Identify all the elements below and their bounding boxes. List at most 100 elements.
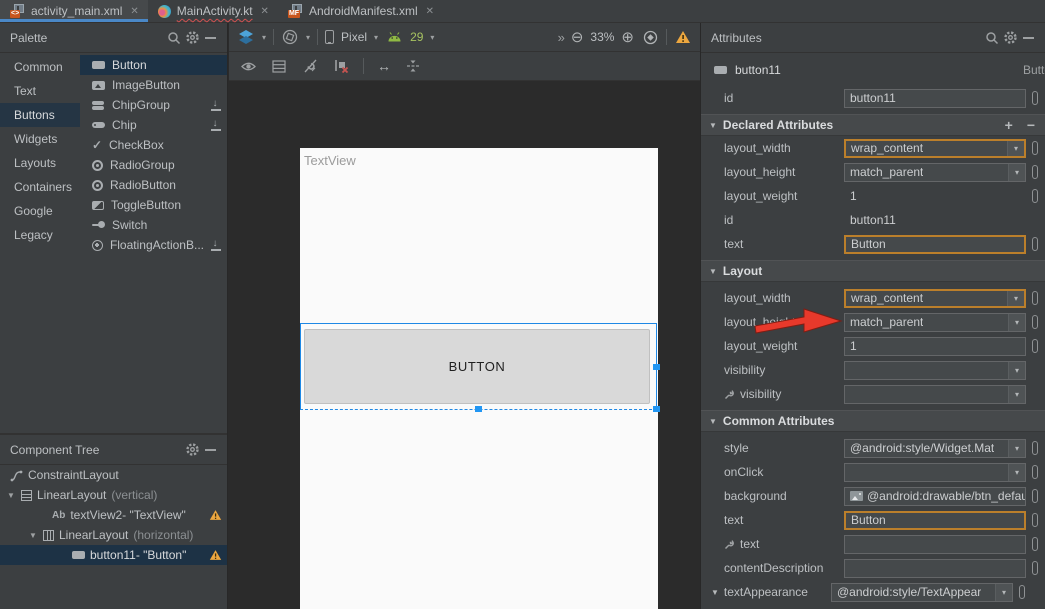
resize-handle-bottom[interactable] — [475, 406, 482, 412]
chevron-expanded-icon[interactable]: ▼ — [6, 491, 16, 500]
palette-item-imagebutton[interactable]: ImageButton — [80, 75, 227, 95]
palette-category-containers[interactable]: Containers — [0, 175, 80, 199]
resource-picker-pill[interactable] — [1032, 237, 1038, 251]
palette-item-chipgroup[interactable]: ChipGroup — [80, 95, 227, 115]
chevron-down-icon[interactable]: ▾ — [1008, 164, 1025, 181]
clear-constraints-icon[interactable] — [332, 57, 350, 75]
hide-panel-icon[interactable] — [201, 441, 219, 459]
tools-visibility-dropdown[interactable]: ▾ — [844, 385, 1026, 404]
tree-node-linearlayout-horizontal[interactable]: ▼ LinearLayout(horizontal) — [0, 525, 227, 545]
content-description-field[interactable] — [844, 559, 1026, 578]
tree-node-button11[interactable]: button11- "Button" — [0, 545, 227, 565]
device-screen[interactable]: TextView BUTTON — [300, 148, 658, 609]
onclick-dropdown[interactable]: ▾ — [844, 463, 1026, 482]
section-declared-attributes[interactable]: ▼ Declared Attributes + − — [701, 114, 1045, 136]
text-field[interactable]: Button — [844, 235, 1026, 254]
close-icon[interactable]: ✕ — [130, 6, 138, 17]
visibility-dropdown[interactable]: ▾ — [844, 361, 1026, 380]
gear-icon[interactable] — [183, 29, 201, 47]
tab-androidmanifest-xml[interactable]: MF AndroidManifest.xml ✕ — [278, 0, 443, 22]
chevron-expanded-icon[interactable]: ▼ — [711, 588, 719, 597]
resize-handle-corner[interactable] — [653, 406, 660, 412]
section-common-attributes[interactable]: ▼ Common Attributes — [701, 410, 1045, 432]
hide-panel-icon[interactable] — [1019, 29, 1037, 47]
chevron-down-icon[interactable]: ▾ — [1008, 386, 1025, 403]
palette-category-layouts[interactable]: Layouts — [0, 151, 80, 175]
resource-picker-pill[interactable] — [1032, 141, 1038, 155]
palette-item-button[interactable]: Button — [80, 55, 227, 75]
palette-category-buttons[interactable]: Buttons — [0, 103, 80, 127]
resource-picker-pill[interactable] — [1032, 561, 1038, 575]
resource-picker-pill[interactable] — [1032, 489, 1038, 503]
palette-category-legacy[interactable]: Legacy — [0, 223, 80, 247]
api-level-selector[interactable]: 29 — [410, 30, 423, 44]
chevron-expanded-icon[interactable]: ▼ — [28, 531, 38, 540]
palette-category-common[interactable]: Common — [0, 55, 80, 79]
canvas-textview[interactable]: TextView — [304, 153, 356, 168]
resize-handle-right[interactable] — [653, 364, 660, 370]
pack-distribute-icon[interactable] — [404, 57, 422, 75]
resource-picker-pill[interactable] — [1032, 513, 1038, 527]
palette-category-widgets[interactable]: Widgets — [0, 127, 80, 151]
gear-icon[interactable] — [183, 441, 201, 459]
chevron-down-icon[interactable]: ▾ — [1008, 464, 1025, 481]
layout-weight-field[interactable]: 1 — [844, 337, 1026, 356]
style-dropdown[interactable]: @android:style/Widget.Mat ▾ — [844, 439, 1026, 458]
resource-picker-pill[interactable] — [1032, 91, 1038, 105]
close-icon[interactable]: ✕ — [426, 6, 434, 17]
palette-item-switch[interactable]: Switch — [80, 215, 227, 235]
palette-item-chip[interactable]: Chip — [80, 115, 227, 135]
attr-value[interactable]: 1 — [844, 189, 1026, 203]
palette-item-radiobutton[interactable]: RadioButton — [80, 175, 227, 195]
background-field[interactable]: @android:drawable/btn_defau — [844, 487, 1026, 506]
design-canvas[interactable]: TextView BUTTON — [229, 82, 700, 609]
warning-icon[interactable] — [674, 28, 692, 46]
chevron-down-icon[interactable]: ▾ — [1008, 362, 1025, 379]
design-surface-mode-icon[interactable] — [237, 28, 255, 46]
search-icon[interactable] — [165, 29, 183, 47]
palette-category-text[interactable]: Text — [0, 79, 80, 103]
gear-icon[interactable] — [1001, 29, 1019, 47]
remove-attribute-button[interactable]: − — [1027, 117, 1035, 133]
resource-picker-pill[interactable] — [1032, 291, 1038, 305]
selection-bounds[interactable]: BUTTON — [300, 323, 657, 410]
blueprint-layers-icon[interactable] — [270, 57, 288, 75]
tools-text-field[interactable] — [844, 535, 1026, 554]
resource-picker-pill[interactable] — [1032, 189, 1038, 203]
resource-picker-pill[interactable] — [1032, 315, 1038, 329]
chevron-down-icon[interactable]: ▾ — [1008, 314, 1025, 331]
section-layout[interactable]: ▼ Layout — [701, 260, 1045, 282]
device-selector[interactable]: Pixel — [341, 30, 367, 44]
tab-mainactivity-kt[interactable]: MainActivity.kt ✕ — [148, 0, 278, 22]
textappearance-dropdown[interactable]: @android:style/TextAppear ▾ — [831, 583, 1013, 602]
resource-picker-pill[interactable] — [1019, 585, 1025, 599]
resource-picker-pill[interactable] — [1032, 441, 1038, 455]
palette-item-floatingactionbutton[interactable]: FloatingActionB... — [80, 235, 227, 255]
zoom-out-icon[interactable]: ⊖ — [571, 30, 584, 45]
close-icon[interactable]: ✕ — [261, 6, 269, 17]
tree-node-textview2[interactable]: Ab textView2- "TextView" — [0, 505, 227, 525]
tree-node-linearlayout-vertical[interactable]: ▼ LinearLayout(vertical) — [0, 485, 227, 505]
layout-height-dropdown[interactable]: match_parent ▾ — [844, 163, 1026, 182]
text-field[interactable]: Button — [844, 511, 1026, 530]
chevron-down-icon[interactable]: ▾ — [1007, 291, 1024, 306]
palette-item-radiogroup[interactable]: RadioGroup — [80, 155, 227, 175]
canvas-button[interactable]: BUTTON — [304, 329, 650, 404]
palette-category-google[interactable]: Google — [0, 199, 80, 223]
view-options-eye-icon[interactable] — [239, 57, 257, 75]
resource-picker-pill[interactable] — [1032, 537, 1038, 551]
chevron-down-icon[interactable]: ▾ — [1008, 440, 1025, 457]
palette-item-checkbox[interactable]: ✓ CheckBox — [80, 135, 227, 155]
layout-width-dropdown[interactable]: wrap_content ▾ — [844, 139, 1026, 158]
resource-picker-pill[interactable] — [1032, 465, 1038, 479]
resource-picker-pill[interactable] — [1032, 165, 1038, 179]
tab-activity-main-xml[interactable]: <> activity_main.xml ✕ — [0, 0, 148, 22]
zoom-to-fit-icon[interactable] — [641, 28, 659, 46]
chevron-down-icon[interactable]: ▾ — [1007, 141, 1024, 156]
toolbar-overflow-icon[interactable]: » — [558, 30, 564, 45]
search-icon[interactable] — [983, 29, 1001, 47]
autoconnect-off-magnet-icon[interactable] — [301, 57, 319, 75]
hide-panel-icon[interactable] — [201, 29, 219, 47]
id-field[interactable]: button11 — [844, 89, 1026, 108]
attr-value[interactable]: button11 — [844, 213, 1026, 227]
